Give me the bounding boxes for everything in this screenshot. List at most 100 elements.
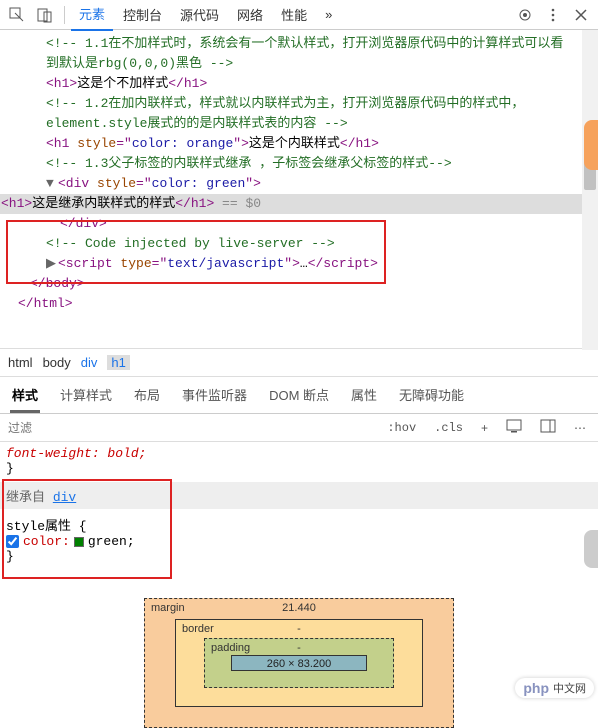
- tag-punct: ">: [284, 256, 300, 271]
- php-text: php: [523, 680, 549, 696]
- tag-punct: =": [116, 136, 132, 151]
- tag-punct: =": [152, 256, 168, 271]
- div-close-node[interactable]: </div>: [0, 214, 596, 234]
- elements-tree[interactable]: <!-- 1.1在不加样式时，系统会有一个默认样式，打开浏览器原代码中的计算样式…: [0, 30, 598, 348]
- devtools-toolbar: 元素 控制台 源代码 网络 性能 »: [0, 0, 598, 30]
- attr-value: color: orange: [132, 136, 233, 151]
- inherit-section: 继承自 div: [0, 482, 598, 509]
- tag-close: </html>: [18, 296, 73, 311]
- inspect-icon[interactable]: [4, 2, 30, 28]
- side-indicator: [584, 120, 598, 170]
- tabs-more[interactable]: »: [317, 1, 340, 28]
- tag-close: </div>: [60, 216, 107, 231]
- panel-toggle-icon[interactable]: [534, 417, 562, 438]
- settings-icon[interactable]: [512, 2, 538, 28]
- stab-computed[interactable]: 计算样式: [58, 377, 114, 413]
- padding-top-value[interactable]: -: [297, 642, 301, 654]
- margin-top-value[interactable]: 21.440: [282, 602, 316, 614]
- stab-listeners[interactable]: 事件监听器: [180, 377, 249, 413]
- crumb-div[interactable]: div: [81, 355, 98, 370]
- tag-punct: ">: [245, 176, 261, 191]
- expand-arrow-icon[interactable]: ▶: [46, 254, 58, 274]
- vertical-scrollbar[interactable]: [582, 30, 598, 350]
- comment-node[interactable]: <!-- 1.3父子标签的内联样式继承 ，子标签会继承父标签的样式-->: [0, 154, 596, 174]
- attr-value: text/javascript: [167, 256, 284, 271]
- body-close-node[interactable]: </body>: [0, 274, 596, 294]
- tag-open: <script: [58, 256, 120, 271]
- comment-node[interactable]: <!-- 1.2在加内联样式，样式就以内联样式为主，打开浏览器原代码中的样式中，…: [0, 94, 596, 134]
- text-node: 这是个内联样式: [249, 136, 340, 151]
- h1-node-selected[interactable]: ⋯<h1>这是继承内联样式的样式</h1> == $0: [0, 194, 596, 214]
- rule-close-brace: }: [6, 461, 592, 476]
- divider: [64, 6, 65, 24]
- crumb-html[interactable]: html: [8, 355, 33, 370]
- crumb-h1[interactable]: h1: [107, 355, 129, 370]
- rule-line[interactable]: font-weight: bold;: [6, 446, 592, 461]
- tag-punct: ">: [233, 136, 249, 151]
- comment-node[interactable]: <!-- 1.1在不加样式时，系统会有一个默认样式，打开浏览器原代码中的计算样式…: [0, 34, 596, 74]
- tag-open: <h1>: [1, 196, 32, 211]
- close-icon[interactable]: [568, 2, 594, 28]
- tag-close: </body>: [30, 276, 85, 291]
- comment-node[interactable]: <!-- Code injected by live-server -->: [0, 234, 596, 254]
- rule-close-brace: }: [6, 549, 592, 564]
- device-toggle-icon[interactable]: [32, 2, 58, 28]
- property-toggle-checkbox[interactable]: [6, 535, 19, 548]
- tab-performance[interactable]: 性能: [273, 0, 315, 30]
- selection-hint: == $0: [214, 196, 261, 211]
- style-property-row[interactable]: color: green;: [6, 534, 592, 549]
- h1-node-2[interactable]: <h1 style="color: orange">这是个内联样式</h1>: [0, 134, 596, 154]
- dom-breadcrumb: html body div h1: [0, 348, 598, 377]
- style-attr-label: style属性 {: [6, 515, 592, 534]
- property-name[interactable]: color:: [23, 534, 70, 549]
- cls-toggle[interactable]: .cls: [428, 419, 469, 437]
- styles-panel: font-weight: bold; } 继承自 div style属性 { c…: [0, 442, 598, 568]
- styles-filter-bar: :hov .cls + ⋯: [0, 414, 598, 442]
- stab-a11y[interactable]: 无障碍功能: [397, 377, 466, 413]
- stab-dombp[interactable]: DOM 断点: [267, 377, 331, 413]
- tab-sources[interactable]: 源代码: [172, 0, 227, 30]
- more-icon[interactable]: ⋯: [568, 419, 592, 437]
- color-swatch[interactable]: [74, 537, 84, 547]
- side-indicator: [584, 530, 598, 568]
- stab-layout[interactable]: 布局: [132, 377, 162, 413]
- text-node: 这是个不加样式: [77, 76, 168, 91]
- kebab-menu-icon[interactable]: [540, 2, 566, 28]
- attr-value: color: green: [152, 176, 246, 191]
- device-icon[interactable]: [500, 417, 528, 438]
- crumb-body[interactable]: body: [43, 355, 71, 370]
- tab-elements[interactable]: 元素: [71, 0, 113, 31]
- attr-name: style: [97, 176, 136, 191]
- attr-name: style: [77, 136, 116, 151]
- tag-open: <h1: [46, 136, 77, 151]
- watermark-logo: php 中文网: [515, 678, 594, 698]
- div-node[interactable]: ▼<div style="color: green">: [0, 174, 596, 194]
- script-node[interactable]: ▶<script type="text/javascript">…</scrip…: [0, 254, 596, 274]
- tag-open: <h1>: [46, 76, 77, 91]
- attr-name: type: [120, 256, 151, 271]
- tab-network[interactable]: 网络: [229, 0, 271, 30]
- new-rule-button[interactable]: +: [475, 419, 494, 437]
- box-model[interactable]: margin 21.440 border - padding - 260 × 8…: [144, 598, 454, 728]
- tab-console[interactable]: 控制台: [115, 0, 170, 30]
- margin-label: margin: [151, 602, 185, 614]
- styles-tabs: 样式 计算样式 布局 事件监听器 DOM 断点 属性 无障碍功能: [0, 377, 598, 414]
- filter-input[interactable]: [6, 419, 375, 437]
- box-border[interactable]: border - padding - 260 × 83.200: [175, 619, 423, 707]
- html-close-node[interactable]: </html>: [0, 294, 596, 314]
- box-content[interactable]: 260 × 83.200: [231, 655, 367, 671]
- border-label: border: [182, 623, 214, 635]
- stab-props[interactable]: 属性: [349, 377, 379, 413]
- property-value[interactable]: green;: [88, 534, 135, 549]
- tag-close: </h1>: [340, 136, 379, 151]
- padding-label: padding: [211, 642, 250, 654]
- border-top-value[interactable]: -: [297, 623, 301, 635]
- expand-arrow-icon[interactable]: ▼: [46, 174, 58, 194]
- logo-text: 中文网: [553, 680, 586, 696]
- hov-toggle[interactable]: :hov: [381, 419, 422, 437]
- box-margin[interactable]: margin 21.440 border - padding - 260 × 8…: [144, 598, 454, 728]
- stab-styles[interactable]: 样式: [10, 377, 40, 413]
- inherit-tag-link[interactable]: div: [53, 490, 76, 505]
- box-padding[interactable]: padding - 260 × 83.200: [204, 638, 394, 688]
- h1-node-1[interactable]: <h1>这是个不加样式</h1>: [0, 74, 596, 94]
